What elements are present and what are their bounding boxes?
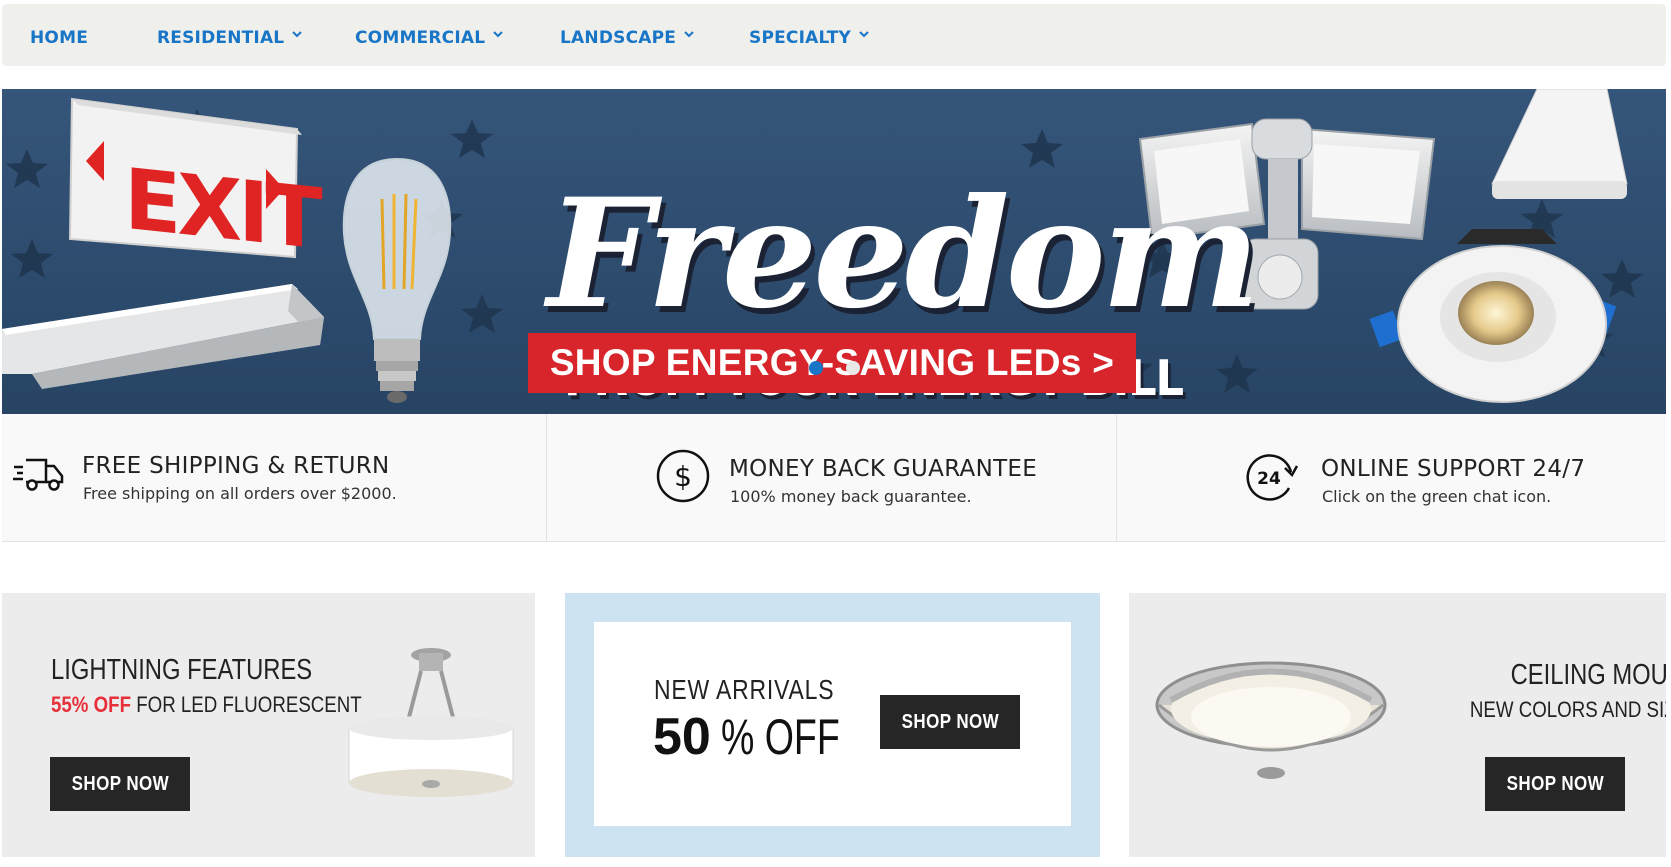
feature-support: 24 ONLINE SUPPORT 24/7 Click on the gree… <box>1116 414 1666 542</box>
dollar-circle-icon: $ <box>656 449 710 503</box>
nav-residential[interactable]: RESIDENTIAL <box>157 28 303 48</box>
ceiling-mount-light-image <box>1155 661 1387 779</box>
chevron-down-icon <box>493 31 503 38</box>
feature-support-desc: Click on the green chat icon. <box>1322 487 1552 506</box>
lighting-shop-now-label: SHOP NOW <box>71 772 169 795</box>
promo-lighting-features[interactable]: LIGHTNING FEATURES 55% OFF FOR LED FLUOR… <box>2 593 535 857</box>
truck-icon <box>13 458 64 491</box>
promo-lighting-subtitle: 55% OFF FOR LED FLUORESCENT <box>51 692 362 718</box>
promo-arrivals-discount: 50% OFF <box>653 707 879 767</box>
page: HOME RESIDENTIAL COMMERCIAL LANDSCAPE SP… <box>0 0 1671 867</box>
promo-lighting-title: LIGHTNING FEATURES <box>51 654 313 686</box>
hero-headline: Freedom <box>547 166 1260 342</box>
svg-text:$: $ <box>674 460 692 493</box>
support-24-icon: 24 <box>1246 454 1299 501</box>
promo-ceiling-subtitle: NEW COLORS AND SIZES <box>1469 697 1666 722</box>
nav-commercial[interactable]: COMMERCIAL <box>355 28 504 48</box>
feature-money-back-title: MONEY BACK GUARANTEE <box>729 456 1038 482</box>
arrivals-shop-now-label: SHOP NOW <box>901 710 999 733</box>
hero-banner[interactable]: EXIT Freedom SHOP ENERGY-SAVING LEDs > <box>2 89 1666 414</box>
shop-led-cta-button[interactable]: SHOP ENERGY-SAVING LEDs > <box>528 333 1136 393</box>
exit-sign-text: EXIT <box>124 150 322 269</box>
carousel-dot-2[interactable] <box>846 361 860 375</box>
promo-ceiling-title: CEILING MOUNT <box>1510 659 1666 691</box>
feature-shipping: FREE SHIPPING & RETURN Free shipping on … <box>2 414 546 542</box>
promo-lighting-sub-rest: FOR LED FLUORESCENT <box>136 692 362 717</box>
pendant-light-image <box>348 648 514 797</box>
promo-arrivals-title: NEW ARRIVALS <box>654 674 835 705</box>
ceiling-shop-now-label: SHOP NOW <box>1506 772 1604 795</box>
promo-new-arrivals[interactable]: NEW ARRIVALS 50% OFF SHOP NOW <box>565 593 1100 857</box>
ceiling-shop-now-button[interactable]: SHOP NOW <box>1485 757 1625 811</box>
nav-commercial-label: COMMERCIAL <box>355 28 486 48</box>
feature-money-back: $ MONEY BACK GUARANTEE 100% money back g… <box>546 414 1116 542</box>
feature-support-title: ONLINE SUPPORT 24/7 <box>1321 456 1586 482</box>
chevron-down-icon <box>684 31 694 38</box>
promo-arrivals-number: 50 <box>653 708 711 766</box>
promo-ceiling-mount[interactable]: CEILING MOUNT NEW COLORS AND SIZES SHOP … <box>1129 593 1666 857</box>
carousel-dot-1[interactable] <box>809 361 823 375</box>
nav-specialty-label: SPECIALTY <box>749 28 851 48</box>
feature-shipping-desc: Free shipping on all orders over $2000. <box>83 484 397 503</box>
nav-landscape[interactable]: LANDSCAPE <box>560 28 695 48</box>
lighting-shop-now-button[interactable]: SHOP NOW <box>50 757 190 811</box>
features-strip: FREE SHIPPING & RETURN Free shipping on … <box>2 414 1666 542</box>
main-nav: HOME RESIDENTIAL COMMERCIAL LANDSCAPE SP… <box>2 4 1666 66</box>
svg-text:24: 24 <box>1257 469 1281 489</box>
shop-led-cta-label: SHOP ENERGY-SAVING LEDs > <box>549 342 1115 383</box>
nav-home-label: HOME <box>30 28 89 48</box>
feature-shipping-title: FREE SHIPPING & RETURN <box>82 453 390 479</box>
chevron-down-icon <box>292 31 303 38</box>
new-arrivals-panel: NEW ARRIVALS 50% OFF SHOP NOW <box>594 622 1071 826</box>
nav-specialty[interactable]: SPECIALTY <box>749 28 870 48</box>
feature-money-back-desc: 100% money back guarantee. <box>730 487 972 506</box>
nav-landscape-label: LANDSCAPE <box>560 28 677 48</box>
chevron-down-icon <box>859 31 869 38</box>
nav-home[interactable]: HOME <box>30 28 88 48</box>
arrivals-shop-now-button[interactable]: SHOP NOW <box>880 695 1020 749</box>
promo-arrivals-off: % OFF <box>720 709 840 765</box>
nav-residential-label: RESIDENTIAL <box>157 28 285 48</box>
promo-lighting-discount: 55% OFF <box>51 692 132 717</box>
